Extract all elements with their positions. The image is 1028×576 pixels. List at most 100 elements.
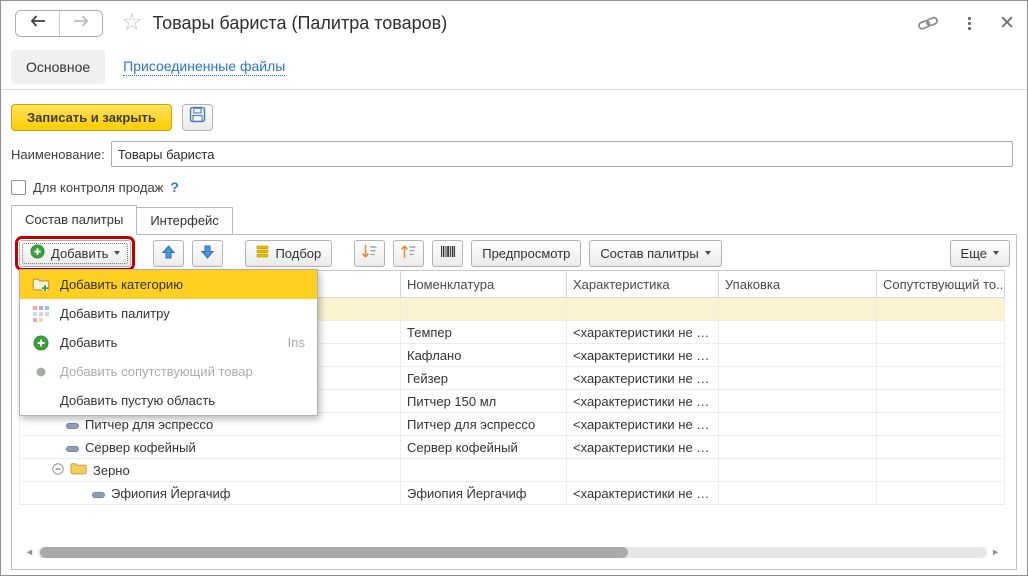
menu-item[interactable]: ДобавитьIns [20, 328, 317, 357]
tab-main[interactable]: Основное [11, 50, 105, 84]
characteristic-cell[interactable]: <характеристики не и… [567, 367, 719, 390]
menu-item-shortcut: Ins [288, 335, 305, 350]
characteristic-cell[interactable]: <характеристики не и… [567, 436, 719, 459]
menu-item[interactable]: Добавить пустую область [20, 386, 317, 415]
barcode-icon [440, 245, 456, 261]
nomenclature-cell[interactable]: Гейзер [401, 367, 567, 390]
packaging-cell[interactable] [719, 482, 877, 505]
add-button[interactable]: Добавить [19, 240, 131, 267]
tree-cell[interactable]: Зерно [20, 459, 401, 482]
characteristic-cell[interactable]: <характеристики не и… [567, 482, 719, 505]
sort-desc-icon [361, 244, 378, 262]
sort-desc-button[interactable] [354, 240, 385, 267]
plus-circle-icon [31, 335, 50, 351]
menu-item-label: Добавить палитру [60, 306, 170, 321]
scroll-right-icon[interactable]: ► [991, 548, 1000, 557]
characteristic-cell[interactable]: <характеристики не и… [567, 344, 719, 367]
packaging-cell[interactable] [719, 413, 877, 436]
sales-control-checkbox[interactable] [11, 180, 26, 195]
tab-attached-files[interactable]: Присоединенные файлы [123, 58, 285, 76]
table-row[interactable]: Сервер кофейныйСервер кофейный<характери… [20, 436, 1005, 459]
column-header[interactable]: Характеристика [567, 271, 719, 298]
nomenclature-cell[interactable]: Темпер [401, 321, 567, 344]
move-up-button[interactable] [153, 240, 184, 267]
favorite-star-icon[interactable]: ☆ [121, 11, 143, 35]
sort-asc-button[interactable] [393, 240, 424, 267]
pick-button[interactable]: Подбор [245, 240, 332, 267]
packaging-cell[interactable] [719, 390, 877, 413]
characteristic-cell[interactable] [567, 459, 719, 482]
related-product-cell[interactable] [877, 413, 1005, 436]
packaging-cell[interactable] [719, 436, 877, 459]
barcode-button[interactable] [432, 240, 463, 267]
forward-button[interactable] [59, 11, 102, 36]
characteristic-cell[interactable] [567, 298, 719, 321]
column-header[interactable]: Сопутствующий то.. [877, 271, 1005, 298]
nomenclature-cell[interactable] [401, 459, 567, 482]
preview-button[interactable]: Предпросмотр [471, 240, 581, 267]
expander-minus-icon[interactable] [52, 463, 64, 478]
save-button[interactable] [182, 104, 213, 131]
tree-cell[interactable]: Эфиопия Йергачиф [20, 482, 401, 505]
close-icon[interactable]: ✕ [999, 14, 1015, 33]
chevron-down-icon [114, 251, 120, 255]
app-window: ☆ Товары бариста (Палитра товаров) ✕ Осн… [0, 0, 1028, 576]
nomenclature-cell[interactable]: Эфиопия Йергачиф [401, 482, 567, 505]
column-header[interactable]: Номенклатура [401, 271, 567, 298]
characteristic-cell[interactable]: <характеристики не и… [567, 321, 719, 344]
move-down-button[interactable] [192, 240, 223, 267]
palette-icon [31, 306, 50, 322]
composition-menu-button[interactable]: Состав палитры [589, 240, 721, 267]
tree-label: Эфиопия Йергачиф [111, 486, 230, 501]
related-product-cell[interactable] [877, 459, 1005, 482]
column-header[interactable]: Упаковка [719, 271, 877, 298]
related-product-cell[interactable] [877, 390, 1005, 413]
menu-item[interactable]: Добавить палитру [20, 299, 317, 328]
name-field-row: Наименование: [1, 132, 1027, 167]
scrollbar-thumb[interactable] [40, 547, 628, 558]
packaging-cell[interactable] [719, 344, 877, 367]
characteristic-cell[interactable]: <характеристики не и… [567, 390, 719, 413]
name-label: Наименование: [11, 147, 105, 162]
related-product-cell[interactable] [877, 344, 1005, 367]
arrow-down-icon [201, 245, 214, 262]
command-bar: Записать и закрыть [1, 90, 1027, 132]
related-product-cell[interactable] [877, 367, 1005, 390]
help-link[interactable]: ? [170, 179, 179, 195]
table-row[interactable]: Зерно [20, 459, 1005, 482]
add-menu: Добавить категорию Добавить палитру Добави… [19, 269, 318, 416]
related-product-cell[interactable] [877, 298, 1005, 321]
scroll-left-icon[interactable]: ◄ [25, 548, 34, 557]
back-button[interactable] [16, 11, 59, 36]
packaging-cell[interactable] [719, 298, 877, 321]
related-product-cell[interactable] [877, 482, 1005, 505]
nomenclature-cell[interactable]: Питчер для эспрессо [401, 413, 567, 436]
more-button[interactable]: Еще [950, 240, 1010, 267]
tree-cell[interactable]: Сервер кофейный [20, 436, 401, 459]
table-toolbar: Добавить Подбор [12, 235, 1016, 270]
packaging-cell[interactable] [719, 459, 877, 482]
tab-interface[interactable]: Интерфейс [137, 207, 232, 235]
link-icon[interactable] [916, 14, 940, 32]
characteristic-cell[interactable]: <характеристики не и… [567, 413, 719, 436]
packaging-cell[interactable] [719, 367, 877, 390]
horizontal-scrollbar[interactable]: ◄ ► [25, 546, 1000, 558]
nomenclature-cell[interactable]: Кафлано [401, 344, 567, 367]
menu-item[interactable]: Добавить категорию [20, 270, 317, 299]
scrollbar-track[interactable] [38, 547, 987, 558]
tab-composition[interactable]: Состав палитры [11, 205, 137, 235]
table-row[interactable]: Эфиопия ЙергачифЭфиопия Йергачиф<характе… [20, 482, 1005, 505]
save-and-close-button[interactable]: Записать и закрыть [11, 104, 172, 131]
folder-icon [70, 462, 87, 478]
kebab-menu-icon[interactable] [966, 15, 973, 32]
menu-item-label: Добавить категорию [60, 277, 183, 292]
related-product-cell[interactable] [877, 436, 1005, 459]
nomenclature-cell[interactable]: Питчер 150 мл [401, 390, 567, 413]
packaging-cell[interactable] [719, 321, 877, 344]
nomenclature-cell[interactable]: Сервер кофейный [401, 436, 567, 459]
sort-asc-icon [400, 244, 417, 262]
name-input[interactable] [111, 141, 1013, 167]
menu-item: Добавить сопутствующий товар [20, 357, 317, 386]
related-product-cell[interactable] [877, 321, 1005, 344]
nomenclature-cell[interactable] [401, 298, 567, 321]
